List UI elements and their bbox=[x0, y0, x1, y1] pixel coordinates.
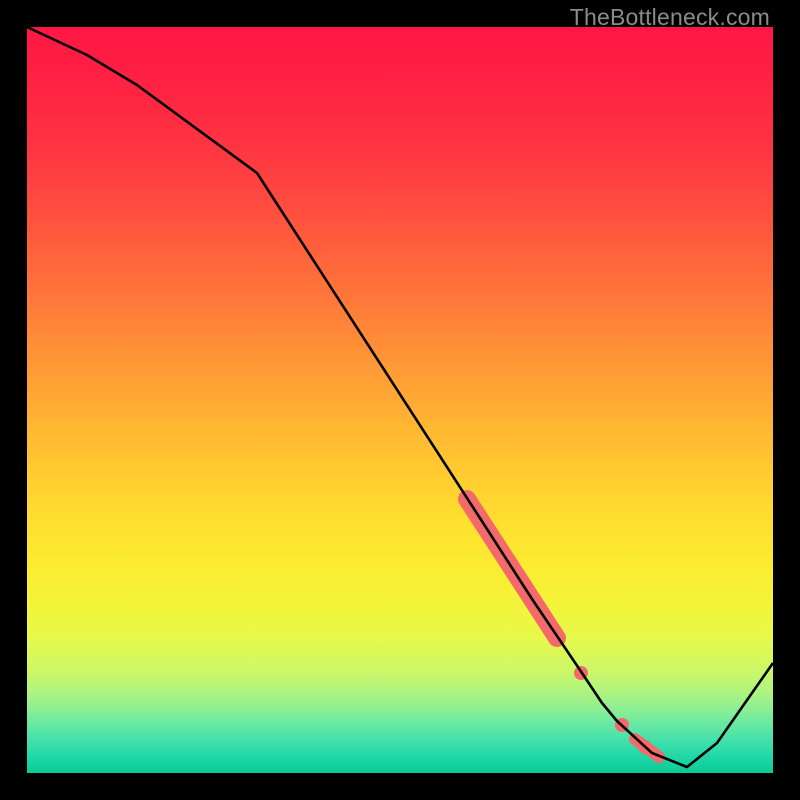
chart-frame: TheBottleneck.com bbox=[0, 0, 800, 800]
watermark-text: TheBottleneck.com bbox=[570, 4, 770, 31]
plot-area bbox=[27, 27, 773, 773]
gradient-background bbox=[27, 27, 773, 773]
bottleneck-chart bbox=[27, 27, 773, 773]
